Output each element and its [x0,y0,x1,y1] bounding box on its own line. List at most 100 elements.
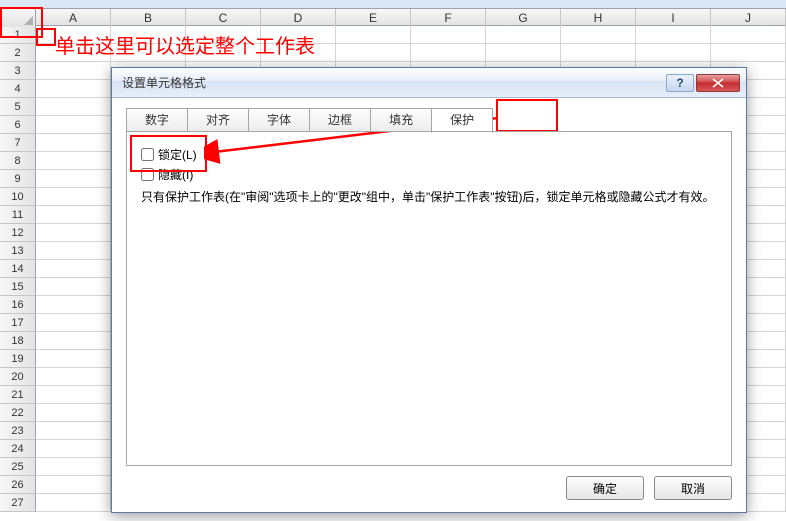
cell[interactable] [36,314,111,332]
row-header[interactable]: 6 [0,116,36,134]
ok-button[interactable]: 确定 [566,476,644,500]
tab-number[interactable]: 数字 [126,108,188,132]
cell[interactable] [636,26,711,44]
close-button[interactable] [696,74,740,92]
column-header[interactable]: A [36,9,111,27]
row-header[interactable]: 15 [0,278,36,296]
cell[interactable] [561,44,636,62]
cell[interactable] [36,440,111,458]
cell[interactable] [36,404,111,422]
row-header[interactable]: 4 [0,80,36,98]
row-header[interactable]: 8 [0,152,36,170]
cell[interactable] [36,80,111,98]
tab-protection[interactable]: 保护 [431,108,493,133]
cell[interactable] [36,44,111,62]
cell[interactable] [36,62,111,80]
row-header[interactable]: 21 [0,386,36,404]
cell[interactable] [36,422,111,440]
cell[interactable] [36,116,111,134]
row-header[interactable]: 16 [0,296,36,314]
cell[interactable] [36,170,111,188]
hide-checkbox[interactable] [141,168,154,181]
cell[interactable] [36,98,111,116]
cell[interactable] [36,188,111,206]
row-header[interactable]: 14 [0,260,36,278]
cell[interactable] [711,26,786,44]
row-header[interactable]: 12 [0,224,36,242]
cell[interactable] [261,44,336,62]
column-header[interactable]: J [711,9,786,27]
row-header[interactable]: 13 [0,242,36,260]
cell[interactable] [36,26,111,44]
cell[interactable] [36,350,111,368]
column-header[interactable]: E [336,9,411,27]
column-header[interactable]: I [636,9,711,27]
cell[interactable] [36,368,111,386]
lock-checkbox[interactable] [141,148,154,161]
cell[interactable] [561,26,636,44]
tab-fill[interactable]: 填充 [370,108,432,132]
lock-label[interactable]: 锁定(L) [158,146,197,163]
tab-font[interactable]: 字体 [248,108,310,132]
cell[interactable] [36,206,111,224]
cell[interactable] [336,26,411,44]
cell[interactable] [186,44,261,62]
row-header[interactable]: 9 [0,170,36,188]
tab-underline [126,131,732,132]
column-header[interactable]: G [486,9,561,27]
cell[interactable] [36,242,111,260]
row-header[interactable]: 2 [0,44,36,62]
row-header[interactable]: 10 [0,188,36,206]
cell[interactable] [261,26,336,44]
cell[interactable] [36,134,111,152]
cancel-button[interactable]: 取消 [654,476,732,500]
row-header[interactable]: 1 [0,26,36,44]
cell[interactable] [486,26,561,44]
row-header[interactable]: 23 [0,422,36,440]
row-header[interactable]: 7 [0,134,36,152]
cell[interactable] [111,26,186,44]
row-header[interactable]: 18 [0,332,36,350]
cell[interactable] [36,494,111,512]
column-header[interactable]: F [411,9,486,27]
cell[interactable] [36,260,111,278]
cell[interactable] [486,44,561,62]
row-header[interactable]: 17 [0,314,36,332]
cell[interactable] [36,386,111,404]
cell[interactable] [36,458,111,476]
row-header[interactable]: 26 [0,476,36,494]
row-header[interactable]: 22 [0,404,36,422]
row-header[interactable]: 3 [0,62,36,80]
select-all-corner[interactable] [0,9,36,27]
column-header[interactable]: C [186,9,261,27]
cell[interactable] [636,44,711,62]
row-header[interactable]: 20 [0,368,36,386]
column-header[interactable]: B [111,9,186,27]
cell[interactable] [186,26,261,44]
tab-border[interactable]: 边框 [309,108,371,132]
help-button[interactable]: ? [666,74,694,92]
dialog-titlebar[interactable]: 设置单元格格式 ? [112,68,746,98]
column-header[interactable]: D [261,9,336,27]
cell[interactable] [411,44,486,62]
row-header[interactable]: 11 [0,206,36,224]
cell[interactable] [411,26,486,44]
cell[interactable] [36,278,111,296]
row-header[interactable]: 25 [0,458,36,476]
hide-label[interactable]: 隐藏(I) [158,166,193,183]
column-header[interactable]: H [561,9,636,27]
cell[interactable] [711,44,786,62]
cell[interactable] [36,224,111,242]
cell[interactable] [111,44,186,62]
row-header[interactable]: 27 [0,494,36,512]
tab-alignment[interactable]: 对齐 [187,108,249,132]
cell[interactable] [336,44,411,62]
row-header[interactable]: 5 [0,98,36,116]
row-header[interactable]: 19 [0,350,36,368]
row-header[interactable]: 24 [0,440,36,458]
cell[interactable] [36,476,111,494]
cell[interactable] [36,152,111,170]
hide-checkbox-row: 隐藏(I) [141,165,717,183]
cell[interactable] [36,332,111,350]
cell[interactable] [36,296,111,314]
